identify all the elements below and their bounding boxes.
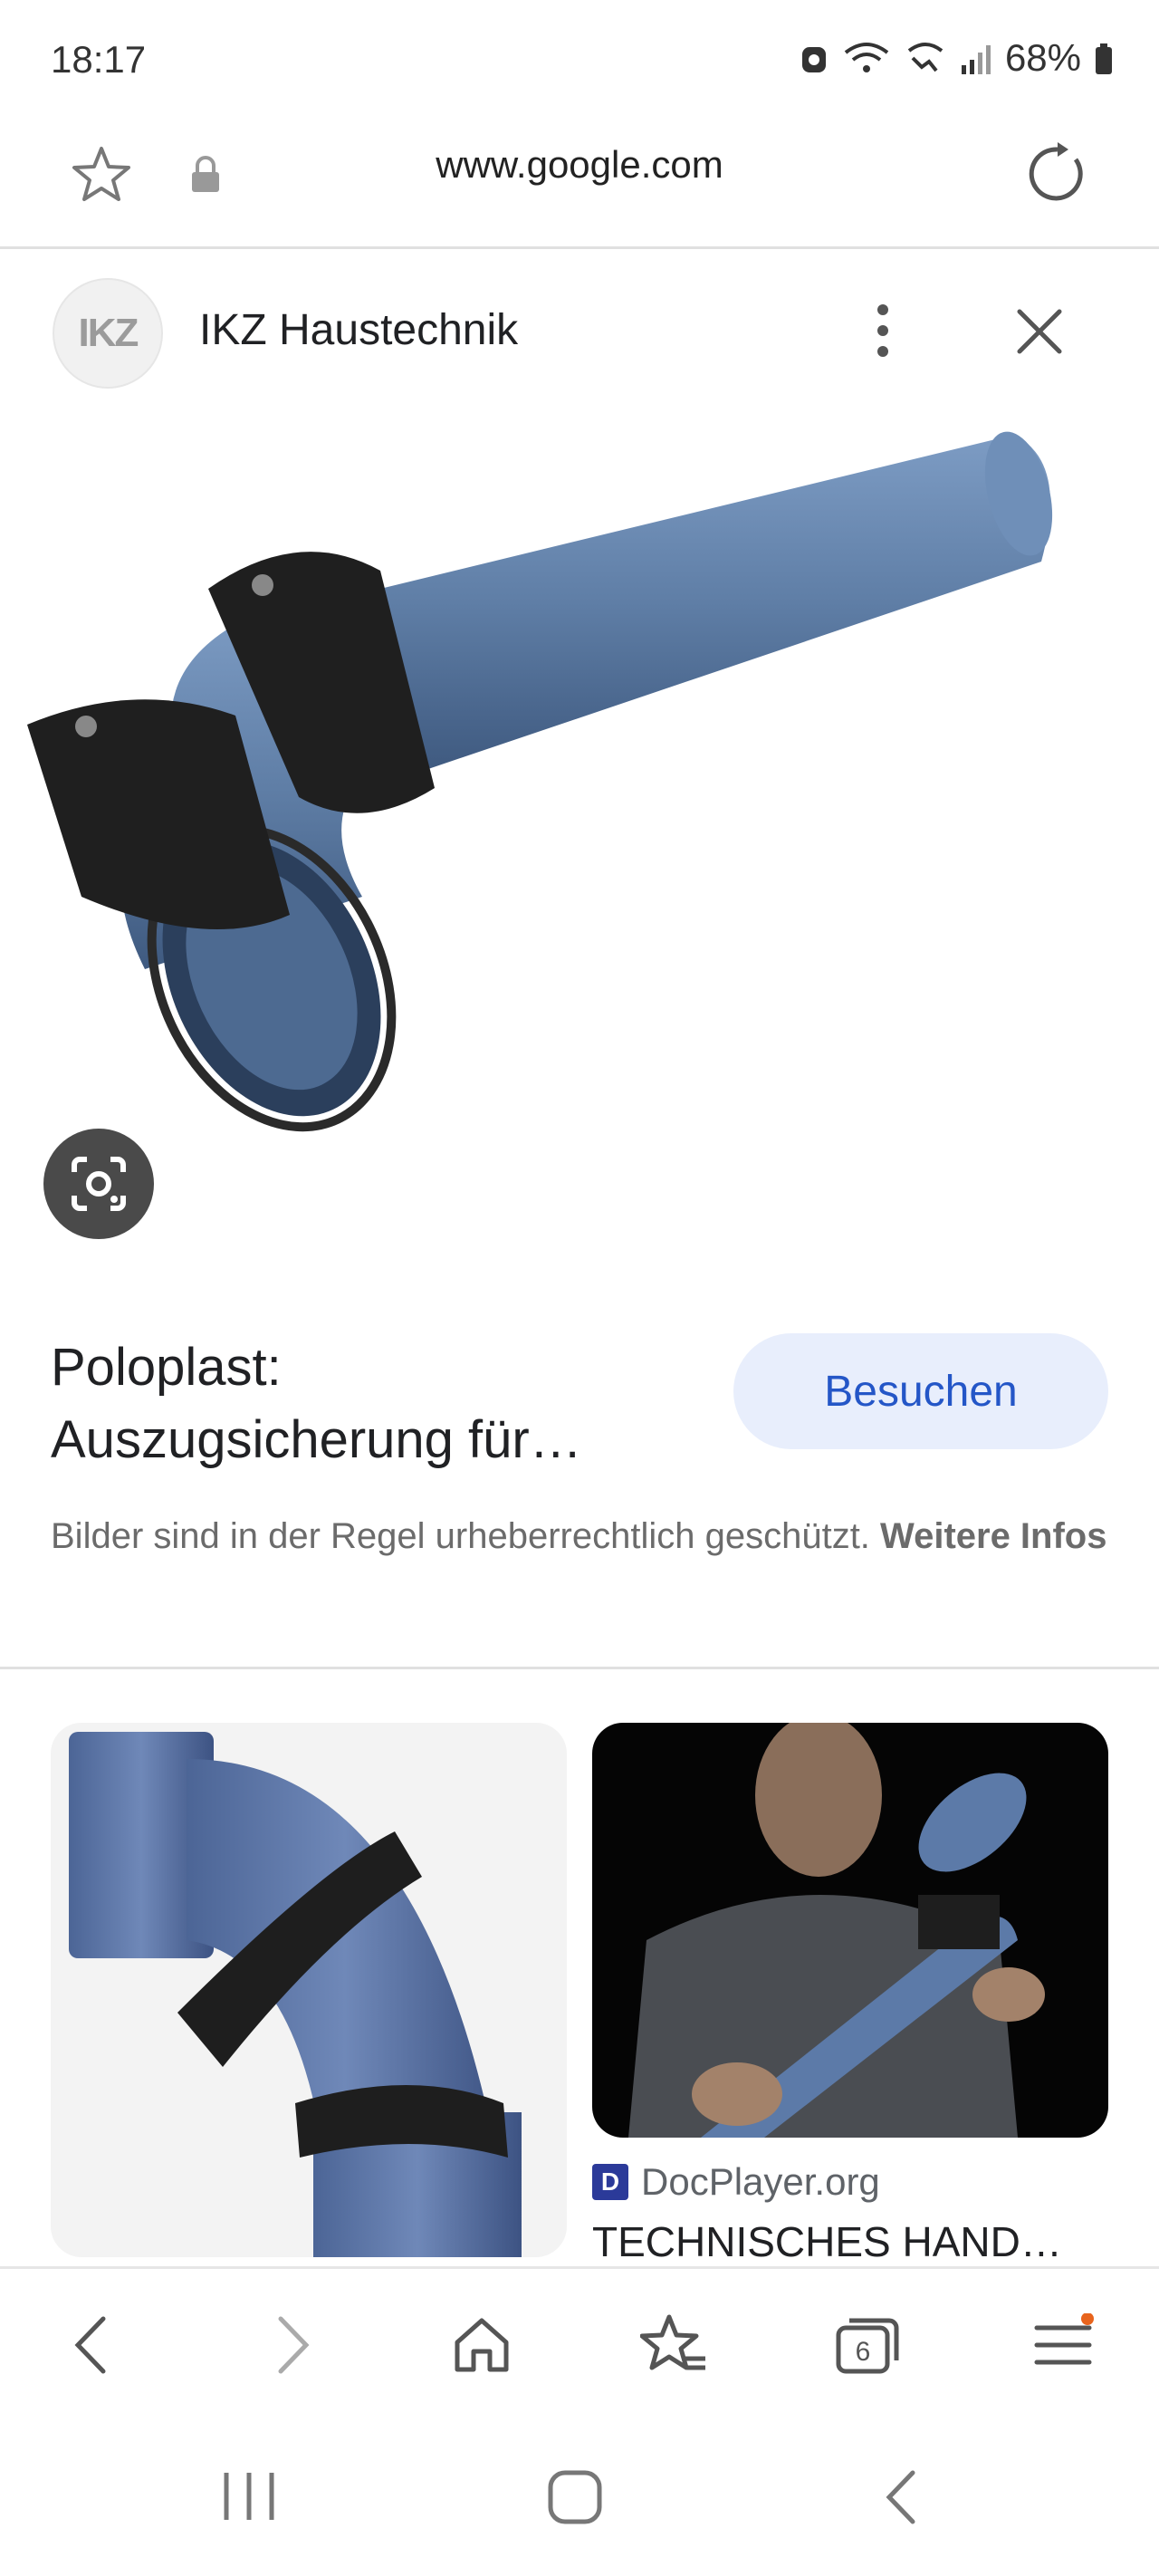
related-site-2: DocPlayer.org bbox=[641, 2160, 880, 2203]
result-title[interactable]: Poloplast: Auszugsicherung für… bbox=[51, 1331, 685, 1476]
status-icons: 68% bbox=[799, 36, 1114, 80]
source-logo[interactable]: IKZ bbox=[53, 278, 163, 389]
related-image-2[interactable] bbox=[592, 1723, 1108, 2138]
battery-icon bbox=[1096, 43, 1112, 74]
result-title-line1: Poloplast: bbox=[51, 1338, 282, 1397]
preview-image[interactable] bbox=[0, 408, 1159, 1277]
bookmarks-icon[interactable] bbox=[628, 2300, 719, 2390]
back-icon[interactable] bbox=[47, 2300, 138, 2390]
copyright-text: Bilder sind in der Regel urheberrechtlic… bbox=[51, 1516, 881, 1556]
more-options-icon[interactable] bbox=[860, 299, 905, 367]
recent-apps-icon[interactable] bbox=[217, 2469, 281, 2528]
reload-icon[interactable] bbox=[1023, 139, 1092, 213]
signal-icon bbox=[961, 45, 991, 74]
more-info-link[interactable]: Weitere Infos bbox=[880, 1516, 1106, 1556]
close-icon[interactable] bbox=[1012, 304, 1067, 363]
back-nav-icon[interactable] bbox=[875, 2467, 929, 2532]
docplayer-icon: D bbox=[592, 2164, 628, 2200]
home-nav-icon[interactable] bbox=[543, 2467, 607, 2532]
browser-toolbar: 6 bbox=[0, 2266, 1159, 2423]
result-title-line2: Auszugsicherung für… bbox=[51, 1410, 582, 1469]
section-divider bbox=[0, 1667, 1159, 1669]
tab-count: 6 bbox=[856, 2337, 871, 2367]
status-bar: 18:17 68% bbox=[0, 0, 1159, 118]
forward-icon[interactable] bbox=[246, 2300, 337, 2390]
visit-button[interactable]: Besuchen bbox=[733, 1333, 1108, 1449]
tabs-icon[interactable]: 6 bbox=[822, 2300, 913, 2390]
home-icon[interactable] bbox=[436, 2300, 527, 2390]
battery-percent: 68% bbox=[1004, 36, 1081, 79]
related-title-2[interactable]: TECHNISCHES HAND… bbox=[592, 2217, 1108, 2266]
source-name[interactable]: IKZ Haustechnik bbox=[199, 305, 518, 355]
menu-icon[interactable] bbox=[1018, 2300, 1108, 2390]
copyright-notice: Bilder sind in der Regel urheberrechtlic… bbox=[51, 1511, 1110, 1562]
url-text[interactable]: www.google.com bbox=[0, 143, 1159, 187]
related-image-1[interactable] bbox=[51, 1723, 567, 2257]
related-source-2[interactable]: D DocPlayer.org bbox=[592, 2160, 880, 2204]
system-navigation-bar bbox=[0, 2420, 1159, 2576]
wifi-icon bbox=[844, 43, 889, 72]
call-wifi-icon bbox=[907, 43, 943, 72]
lens-icon bbox=[72, 1157, 126, 1211]
google-lens-button[interactable] bbox=[43, 1129, 154, 1239]
status-time: 18:17 bbox=[51, 38, 147, 81]
address-bar: www.google.com bbox=[0, 118, 1159, 249]
alarm-icon bbox=[801, 47, 826, 72]
